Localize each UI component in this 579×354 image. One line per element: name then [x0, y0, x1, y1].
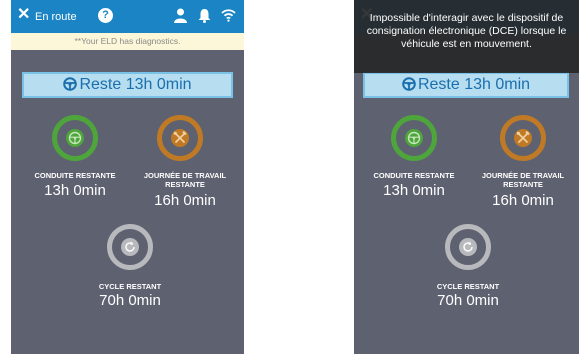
- left-phone-screen: ✕ En route ? **Your ELD has diagnostics.…: [11, 0, 244, 354]
- workday-label-line1: JOURNÉE DE TRAVAIL: [481, 171, 565, 180]
- tools-icon: [516, 130, 530, 144]
- tooltip-overlay: Impossible d'interagir avec le dispositi…: [354, 0, 579, 73]
- cycle-remaining-value: 70h 0min: [437, 292, 499, 309]
- cycle-remaining-label: CYCLE RESTANT: [98, 282, 162, 291]
- top-bar: ✕ En route ?: [11, 0, 244, 33]
- workday-label-line2: RESTANTE: [503, 180, 543, 189]
- bell-icon[interactable]: [198, 8, 211, 28]
- workday-remaining-value: 16h 0min: [154, 192, 216, 209]
- steering-wheel-icon: [68, 131, 82, 145]
- workday-gauge: [500, 115, 546, 161]
- person-icon[interactable]: [174, 8, 187, 28]
- cycle-remaining-label: CYCLE RESTANT: [436, 282, 500, 291]
- driving-gauge: [391, 115, 437, 161]
- screenshot-stage: ✕ En route ? **Your ELD has diagnostics.…: [0, 0, 579, 354]
- workday-remaining-value: 16h 0min: [492, 192, 554, 209]
- workday-remaining-label: JOURNÉE DE TRAVAIL RESTANTE: [129, 171, 241, 189]
- remaining-time-label: Reste 13h 0min: [417, 76, 531, 93]
- steering-wheel-icon: [63, 77, 78, 91]
- refresh-icon: [125, 241, 135, 252]
- driving-remaining-label: CONDUITE RESTANTE: [373, 171, 455, 180]
- right-phone-screen: ✕ Reste 13h 0min Impossible d'interagir …: [354, 0, 579, 354]
- tools-icon: [173, 130, 187, 144]
- remaining-time-label: Reste 13h 0min: [79, 76, 192, 93]
- cycle-remaining-value: 70h 0min: [99, 292, 161, 309]
- cycle-gauge: [445, 224, 491, 270]
- refresh-icon: [463, 241, 473, 252]
- diagnostics-banner: **Your ELD has diagnostics.: [11, 33, 244, 50]
- cycle-gauge: [107, 224, 153, 270]
- workday-remaining-label: JOURNÉE DE TRAVAIL RESTANTE: [467, 171, 579, 189]
- tooltip-message: Impossible d'interagir avec le dispositi…: [366, 12, 567, 50]
- close-icon[interactable]: ✕: [17, 6, 30, 24]
- workday-gauge: [157, 115, 203, 161]
- help-icon[interactable]: ?: [98, 8, 113, 23]
- driving-gauge: [52, 115, 98, 161]
- driving-remaining-value: 13h 0min: [383, 182, 445, 199]
- remaining-time-button[interactable]: Reste 13h 0min: [22, 72, 233, 98]
- remaining-time-button[interactable]: Reste 13h 0min: [363, 72, 569, 98]
- steering-wheel-icon: [407, 131, 421, 145]
- workday-label-line2: RESTANTE: [165, 180, 205, 189]
- driving-remaining-label: CONDUITE RESTANTE: [34, 171, 116, 180]
- driving-remaining-value: 13h 0min: [44, 182, 106, 199]
- steering-wheel-icon: [402, 77, 416, 91]
- wifi-icon: [221, 8, 236, 27]
- status-label: En route: [35, 11, 77, 23]
- workday-label-line1: JOURNÉE DE TRAVAIL: [143, 171, 227, 180]
